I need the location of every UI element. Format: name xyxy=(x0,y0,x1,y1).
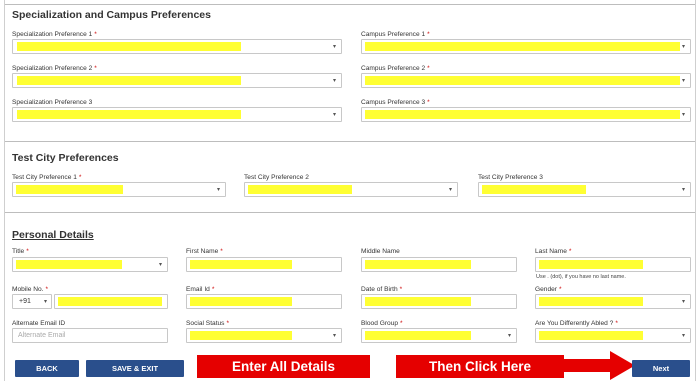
label-differently-abled: Are You Differently Abled ? * xyxy=(535,320,618,327)
highlight xyxy=(17,110,241,119)
label-first-name: First Name * xyxy=(186,248,223,255)
chevron-down-icon: ▾ xyxy=(681,187,685,193)
section-divider xyxy=(5,141,695,142)
highlight xyxy=(365,76,680,85)
select-spec-pref-3[interactable]: ▾ xyxy=(12,107,342,122)
highlight xyxy=(365,260,471,269)
section-title-personal: Personal Details xyxy=(12,229,94,241)
last-name-hint: Use . (dot), if you have no last name. xyxy=(536,274,626,280)
highlight xyxy=(190,331,292,340)
label-alt-email: Alternate Email ID xyxy=(12,320,66,327)
select-test-city-3[interactable]: ▾ xyxy=(478,182,691,197)
input-mobile[interactable] xyxy=(54,294,168,309)
input-email[interactable] xyxy=(186,294,342,309)
click-here-annotation: Then Click Here xyxy=(396,355,564,378)
chevron-down-icon: ▾ xyxy=(43,299,47,305)
label-test-city-2: Test City Preference 2 xyxy=(244,174,309,181)
chevron-down-icon: ▾ xyxy=(448,187,452,193)
select-social-status[interactable]: ▾ xyxy=(186,328,342,343)
label-gender: Gender * xyxy=(535,286,562,293)
chevron-down-icon: ▾ xyxy=(681,112,685,118)
highlight xyxy=(17,42,241,51)
chevron-down-icon: ▾ xyxy=(332,112,336,118)
label-campus-pref-3: Campus Preference 3 * xyxy=(361,99,430,106)
label-blood-group: Blood Group * xyxy=(361,320,403,327)
highlight xyxy=(58,297,162,306)
label-campus-pref-1: Campus Preference 1 * xyxy=(361,31,430,38)
save-exit-button[interactable]: SAVE & EXIT xyxy=(86,360,184,377)
label-spec-pref-3: Specialization Preference 3 xyxy=(12,99,93,106)
chevron-down-icon: ▾ xyxy=(158,262,162,268)
highlight xyxy=(248,185,352,194)
highlight xyxy=(365,331,471,340)
select-title[interactable]: ▾ xyxy=(12,257,168,272)
highlight xyxy=(190,297,292,306)
highlight xyxy=(539,297,643,306)
input-dob[interactable] xyxy=(361,294,517,309)
input-alt-email[interactable]: Alternate Email xyxy=(12,328,168,343)
back-button[interactable]: BACK xyxy=(15,360,79,377)
chevron-down-icon: ▾ xyxy=(681,299,685,305)
chevron-down-icon: ▾ xyxy=(216,187,220,193)
label-middle-name: Middle Name xyxy=(361,248,400,255)
highlight xyxy=(16,185,123,194)
section-divider xyxy=(5,212,695,213)
highlight xyxy=(482,185,586,194)
chevron-down-icon: ▾ xyxy=(332,78,336,84)
chevron-down-icon: ▾ xyxy=(507,333,511,339)
arrow-right-icon xyxy=(562,351,635,380)
label-dob: Date of Birth * xyxy=(361,286,403,293)
input-middle-name[interactable] xyxy=(361,257,517,272)
highlight xyxy=(16,260,122,269)
select-differently-abled[interactable]: ▾ xyxy=(535,328,691,343)
chevron-down-icon: ▾ xyxy=(681,333,685,339)
highlight xyxy=(365,110,680,119)
alt-email-placeholder: Alternate Email xyxy=(18,332,66,339)
label-email: Email Id * xyxy=(186,286,215,293)
label-social-status: Social Status * xyxy=(186,320,230,327)
label-title: Title * xyxy=(12,248,29,255)
section-title-test-city: Test City Preferences xyxy=(12,152,119,164)
section-title-specialization: Specialization and Campus Preferences xyxy=(12,9,211,21)
chevron-down-icon: ▾ xyxy=(681,44,685,50)
chevron-down-icon: ▾ xyxy=(332,333,336,339)
label-test-city-3: Test City Preference 3 xyxy=(478,174,543,181)
highlight xyxy=(539,260,643,269)
select-gender[interactable]: ▾ xyxy=(535,294,691,309)
select-test-city-1[interactable]: ▾ xyxy=(12,182,226,197)
select-blood-group[interactable]: ▾ xyxy=(361,328,517,343)
select-test-city-2[interactable]: ▾ xyxy=(244,182,458,197)
input-last-name[interactable] xyxy=(535,257,691,272)
enter-details-annotation: Enter All Details xyxy=(197,355,370,378)
label-test-city-1: Test City Preference 1 * xyxy=(12,174,82,181)
label-campus-pref-2: Campus Preference 2 * xyxy=(361,65,430,72)
highlight xyxy=(17,76,241,85)
top-divider xyxy=(5,4,695,5)
label-mobile: Mobile No. * xyxy=(12,286,49,293)
highlight xyxy=(365,297,471,306)
country-code-value: +91 xyxy=(19,298,31,305)
select-country-code[interactable]: +91 ▾ xyxy=(12,294,52,309)
highlight xyxy=(190,260,292,269)
select-campus-pref-1[interactable]: ▾ xyxy=(361,39,691,54)
chevron-down-icon: ▾ xyxy=(332,44,336,50)
input-first-name[interactable] xyxy=(186,257,342,272)
label-spec-pref-1: Specialization Preference 1 * xyxy=(12,31,97,38)
next-button[interactable]: Next xyxy=(632,360,690,377)
select-campus-pref-3[interactable]: ▾ xyxy=(361,107,691,122)
select-spec-pref-1[interactable]: ▾ xyxy=(12,39,342,54)
chevron-down-icon: ▾ xyxy=(681,78,685,84)
label-last-name: Last Name * xyxy=(535,248,572,255)
highlight xyxy=(365,42,680,51)
select-campus-pref-2[interactable]: ▾ xyxy=(361,73,691,88)
highlight xyxy=(539,331,643,340)
select-spec-pref-2[interactable]: ▾ xyxy=(12,73,342,88)
label-spec-pref-2: Specialization Preference 2 * xyxy=(12,65,97,72)
